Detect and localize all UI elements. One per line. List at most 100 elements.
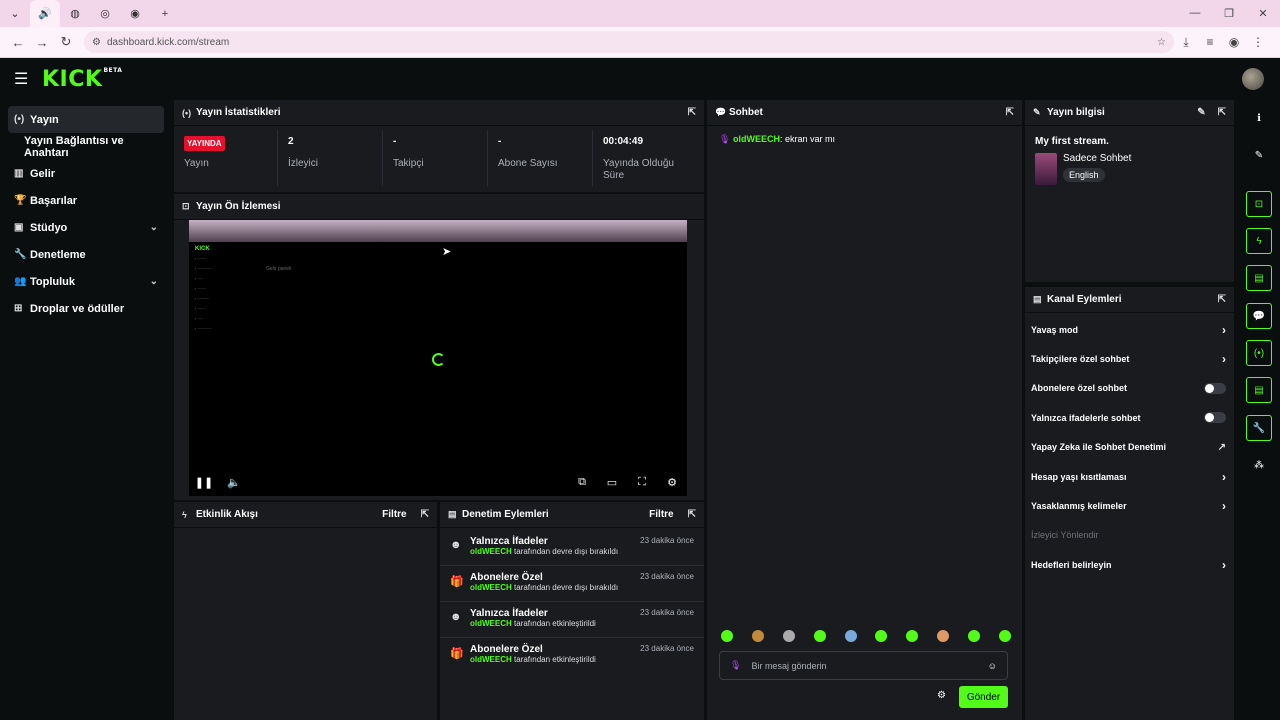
send-button[interactable]: Gönder <box>959 686 1008 708</box>
minimize-icon[interactable]: — <box>1178 7 1212 20</box>
action-emotes-only: Yalnızca ifadelerle sohbet <box>1025 403 1234 432</box>
sidebar-item-achievements[interactable]: 🏆 Başarılar <box>8 187 164 214</box>
filter-button[interactable]: Filtre <box>649 509 673 520</box>
close-icon[interactable]: ✕ <box>1246 7 1280 20</box>
browser-tab-4[interactable]: ◉ <box>120 0 150 27</box>
emotes-only-toggle[interactable] <box>1204 412 1226 424</box>
emote-icon[interactable] <box>937 630 950 642</box>
broadcast-icon: (•) <box>14 114 25 125</box>
emote-icon[interactable] <box>875 630 888 642</box>
video-player[interactable]: KICK ▪ ─── ▪ ───── ▪ ── ▪ ─── ▪ ──── ▪ ─── ▪ ─… <box>189 220 687 496</box>
chat-toggle-icon[interactable]: 💬 <box>1246 303 1272 329</box>
moderation-item-action: tarafından devre dışı bırakıldı <box>514 547 619 556</box>
moderation-item-user[interactable]: oldWEECH <box>470 547 512 556</box>
site-info-icon[interactable]: ⚙ <box>92 37 101 48</box>
actions-toggle-icon[interactable]: ▤ <box>1246 377 1272 403</box>
sidebar-item-stream[interactable]: (•) Yayın <box>8 106 164 133</box>
action-label: Abonelere özel sohbet <box>1031 383 1128 394</box>
reload-icon[interactable]: ↻ <box>54 34 78 50</box>
popout-icon[interactable]: ⇱ <box>1218 294 1226 305</box>
emote-icon[interactable] <box>721 630 733 642</box>
preview-toggle-icon[interactable]: ⊡ <box>1246 191 1272 217</box>
kick-logo[interactable]: KICKBETA <box>42 67 122 92</box>
reading-list-icon[interactable]: ≡ <box>1198 35 1222 49</box>
forward-icon[interactable]: → <box>30 35 54 50</box>
sidebar: (•) Yayın Yayın Bağlantısı ve Anahtarı ▥ G… <box>0 100 172 720</box>
emote-icon[interactable] <box>813 630 826 642</box>
activity-toggle-icon[interactable]: ϟ <box>1246 228 1272 254</box>
emote-icon[interactable] <box>782 630 795 642</box>
gift-icon: 🎁 <box>450 648 464 660</box>
fullscreen-icon[interactable]: ⛶ <box>627 476 657 489</box>
chat-input[interactable]: 🎙 Bir mesaj gönderin ☺ <box>719 651 1008 680</box>
browser-toolbar: ← → ↻ ⚙ dashboard.kick.com/stream ☆ ⤓ ≡ … <box>0 27 1280 58</box>
back-icon[interactable]: ← <box>6 35 30 50</box>
restore-icon[interactable]: ❐ <box>1212 7 1246 20</box>
action-goals[interactable]: Hedefleri belirleyin › <box>1025 550 1234 579</box>
moderation-item-user[interactable]: oldWEECH <box>470 619 512 628</box>
tab-list-button[interactable]: ⌄ <box>0 0 30 27</box>
stats-toggle-icon[interactable]: ▤ <box>1246 265 1272 291</box>
panel-header: ϟ Etkinlik Akışı Filtre ⇱ <box>174 502 437 528</box>
app-header: ☰ KICKBETA <box>0 58 1280 100</box>
moderation-item-user[interactable]: oldWEECH <box>470 583 512 592</box>
popout-icon[interactable]: ⇱ <box>688 107 696 118</box>
action-slow-mode[interactable]: Yavaş mod › <box>1025 315 1234 344</box>
moderation-toggle-icon[interactable]: 🔧 <box>1246 415 1272 441</box>
download-icon[interactable]: ⤓ <box>1174 35 1198 50</box>
edit-icon[interactable]: ✎ <box>1197 107 1205 118</box>
emote-icon[interactable] <box>998 630 1011 642</box>
stat-value: 2 <box>288 136 294 147</box>
browser-tab-3[interactable]: ◎ <box>90 0 120 27</box>
sidebar-item-moderation[interactable]: 🔧 Denetleme <box>8 241 164 268</box>
stream-category[interactable]: Sadece Sohbet <box>1063 153 1131 164</box>
moderation-item-title: Yalnızca İfadeler <box>470 536 548 547</box>
sidebar-item-studio[interactable]: ▣ Stüdyo ⌄ <box>8 214 164 241</box>
pause-icon[interactable]: ❚❚ <box>189 476 219 489</box>
sidebar-item-stream-key[interactable]: Yayın Bağlantısı ve Anahtarı <box>8 133 164 160</box>
profile-icon[interactable]: ◉ <box>1222 35 1246 49</box>
bookmark-star-icon[interactable]: ☆ <box>1157 37 1166 48</box>
lightning-icon: ϟ <box>182 509 187 520</box>
action-followers-only[interactable]: Takipçilere özel sohbet › <box>1025 344 1234 373</box>
action-ai-moderation[interactable]: Yapay Zeka ile Sohbet Denetimi ↗ <box>1025 433 1234 462</box>
settings-icon[interactable]: ⚙ <box>657 476 687 489</box>
popout-icon[interactable]: ⇱ <box>1218 107 1226 118</box>
pencil-icon[interactable]: ✎ <box>1246 142 1272 168</box>
sidebar-item-drops[interactable]: ⊞ Droplar ve ödüller <box>8 295 164 322</box>
subscribers-only-toggle[interactable] <box>1204 382 1226 394</box>
info-icon[interactable]: ℹ <box>1246 105 1272 131</box>
volume-icon[interactable]: 🔈 <box>219 476 249 489</box>
chat-settings-icon[interactable]: ⚙ <box>937 690 946 701</box>
popout-icon[interactable]: ⇱ <box>421 509 429 520</box>
pip-icon[interactable]: ⧉ <box>567 476 597 489</box>
address-bar[interactable]: ⚙ dashboard.kick.com/stream ☆ <box>84 31 1174 53</box>
broadcast-toggle-icon[interactable]: (•) <box>1246 340 1272 366</box>
chevron-right-icon: › <box>1222 469 1226 484</box>
action-label: Yavaş mod <box>1031 324 1079 335</box>
user-avatar[interactable] <box>1242 68 1264 90</box>
sidebar-item-revenue[interactable]: ▥ Gelir <box>8 160 164 187</box>
action-banned-words[interactable]: Yasaklanmış kelimeler › <box>1025 491 1234 520</box>
more-widgets-icon[interactable]: ⁂ <box>1246 452 1272 478</box>
emoji-picker-icon[interactable]: ☺ <box>988 661 997 671</box>
emote-icon[interactable] <box>968 630 980 642</box>
emote-icon[interactable] <box>751 630 764 642</box>
new-tab-button[interactable]: + <box>150 0 180 27</box>
theater-icon[interactable]: ▭ <box>597 476 627 489</box>
chat-username[interactable]: oldWEECH <box>733 134 780 144</box>
browser-menu-icon[interactable]: ⋮ <box>1246 35 1270 49</box>
sidebar-item-community[interactable]: 👥 Topluluk ⌄ <box>8 268 164 295</box>
moderation-item-user[interactable]: oldWEECH <box>470 655 512 664</box>
mouse-cursor-icon: ➤ <box>442 246 452 258</box>
emote-icon[interactable] <box>906 630 919 642</box>
filter-button[interactable]: Filtre <box>382 509 406 520</box>
action-account-age[interactable]: Hesap yaşı kısıtlaması › <box>1025 462 1234 491</box>
popout-icon[interactable]: ⇱ <box>1006 107 1014 118</box>
popout-icon[interactable]: ⇱ <box>688 509 696 520</box>
sidebar-item-label: Stüdyo <box>30 221 68 234</box>
hamburger-menu-icon[interactable]: ☰ <box>14 69 34 89</box>
browser-tab-2[interactable]: ◍ <box>60 0 90 27</box>
emote-icon[interactable] <box>844 630 857 642</box>
browser-tab-1[interactable]: 🔊 <box>30 0 60 27</box>
